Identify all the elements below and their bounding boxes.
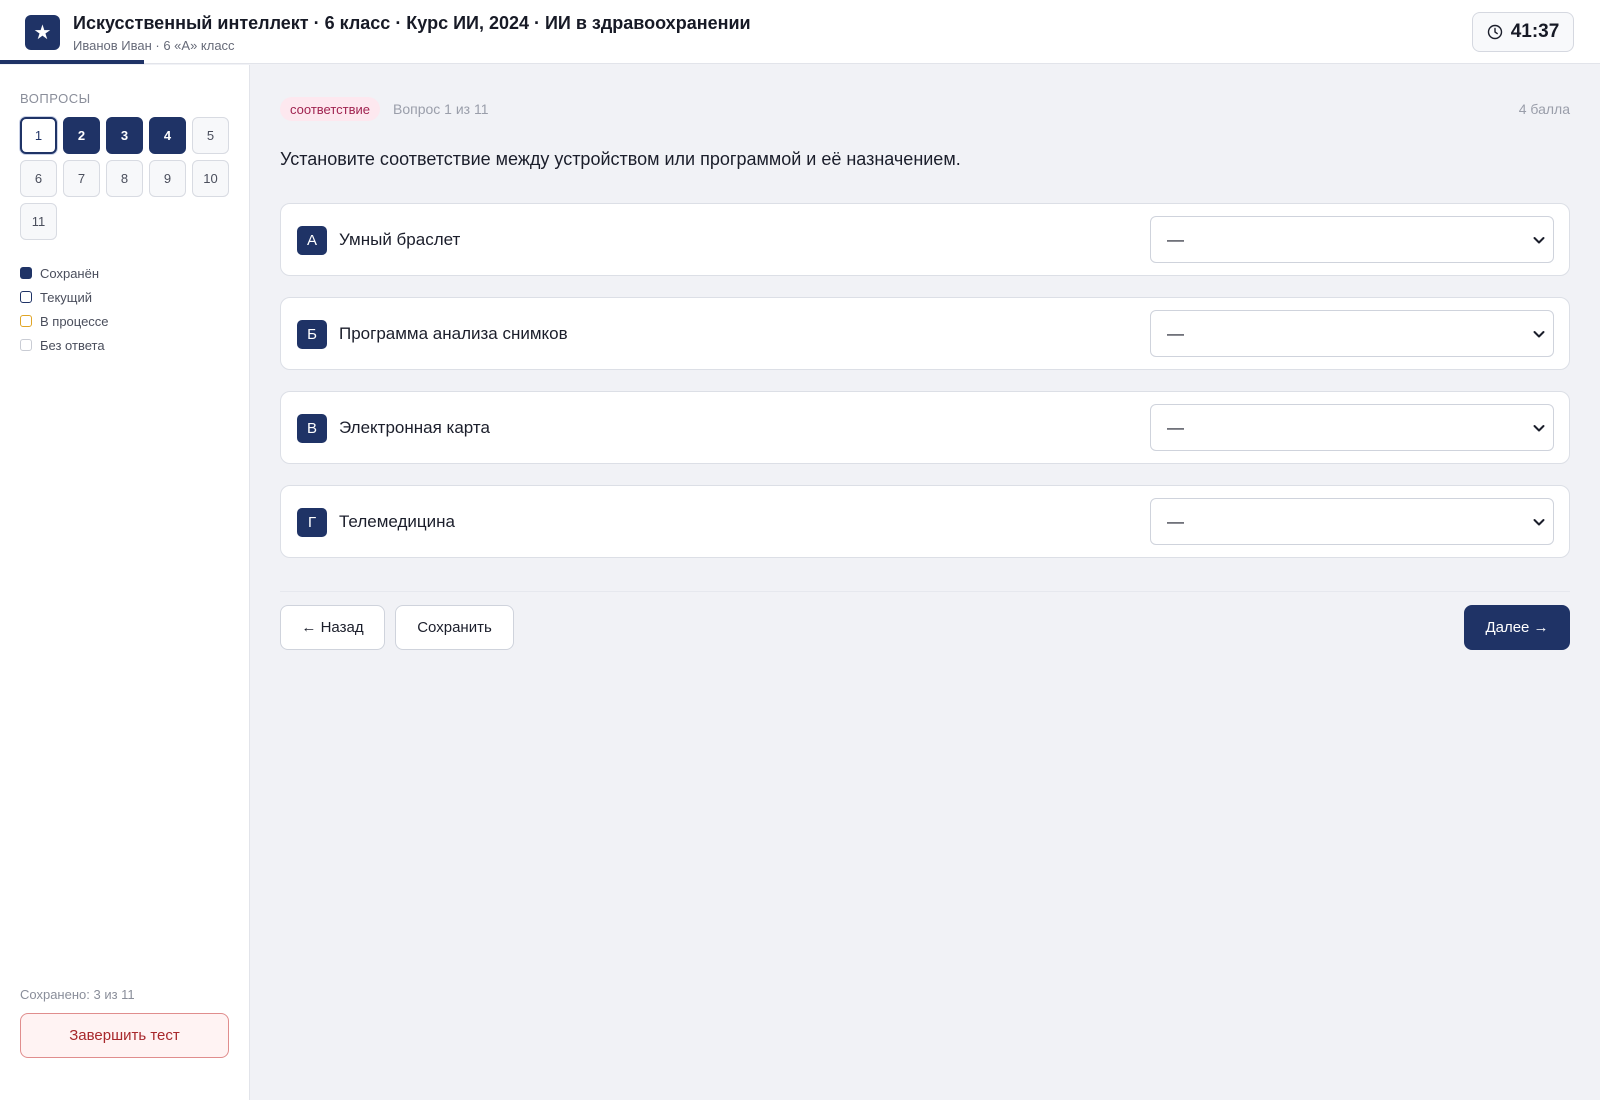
finish-test-button[interactable]: Завершить тест <box>20 1013 229 1058</box>
clock-icon <box>1487 24 1502 40</box>
question-button-7[interactable]: 7 <box>63 160 100 197</box>
select-value: — <box>1167 511 1184 531</box>
match-row-b: Б Программа анализа снимков — <box>280 297 1570 370</box>
timer: 41:37 <box>1472 12 1574 52</box>
question-button-1[interactable]: 1 <box>20 117 57 154</box>
sidebar: Вопросы 1 2 3 4 5 6 7 8 9 10 11 Сохранён… <box>0 65 250 1100</box>
question-button-8[interactable]: 8 <box>106 160 143 197</box>
question-button-6[interactable]: 6 <box>20 160 57 197</box>
match-letter: А <box>297 226 327 255</box>
question-button-10[interactable]: 10 <box>192 160 229 197</box>
empty-swatch-icon <box>20 339 32 351</box>
select-value: — <box>1167 229 1184 249</box>
question-button-3[interactable]: 3 <box>106 117 143 154</box>
match-label: Электронная карта <box>339 418 490 437</box>
back-button[interactable]: ← Назад <box>280 605 385 650</box>
match-select-b[interactable]: — <box>1150 310 1554 357</box>
legend-saved: Сохранён <box>20 261 109 285</box>
saved-swatch-icon <box>20 267 32 279</box>
match-row-c: В Электронная карта — <box>280 391 1570 464</box>
match-letter: Г <box>297 508 327 537</box>
question-text: Установите соответствие между устройство… <box>280 149 961 169</box>
legend-in-progress: В процессе <box>20 309 109 333</box>
match-select-d[interactable]: — <box>1150 498 1554 545</box>
current-swatch-icon <box>20 291 32 303</box>
match-letter: Б <box>297 320 327 349</box>
divider <box>280 591 1570 592</box>
question-button-11[interactable]: 11 <box>20 203 57 240</box>
legend-current: Текущий <box>20 285 109 309</box>
progress-bar <box>0 60 144 64</box>
question-button-2[interactable]: 2 <box>63 117 100 154</box>
question-type-badge: соответствие <box>280 97 380 121</box>
sidebar-heading: Вопросы <box>20 91 91 106</box>
save-button[interactable]: Сохранить <box>395 605 514 650</box>
question-points: 4 балла <box>1518 101 1570 117</box>
status-legend: Сохранён Текущий В процессе Без ответа <box>20 261 109 357</box>
match-select-a[interactable]: — <box>1150 216 1554 263</box>
select-value: — <box>1167 323 1184 343</box>
legend-current-label: Текущий <box>40 289 92 305</box>
chevron-down-icon <box>1533 519 1545 526</box>
page-title: Искусственный интеллект · 6 класс · Курс… <box>73 13 751 33</box>
match-label: Телемедицина <box>339 512 455 531</box>
legend-empty-label: Без ответа <box>40 337 105 353</box>
match-label: Умный браслет <box>339 230 461 249</box>
match-row-d: Г Телемедицина — <box>280 485 1570 558</box>
legend-empty: Без ответа <box>20 333 109 357</box>
match-label: Программа анализа снимков <box>339 324 568 343</box>
question-button-9[interactable]: 9 <box>149 160 186 197</box>
legend-saved-label: Сохранён <box>40 265 100 281</box>
match-select-c[interactable]: — <box>1150 404 1554 451</box>
legend-in-progress-label: В процессе <box>40 313 109 329</box>
student-info: Иванов Иван · 6 «А» класс <box>73 38 235 53</box>
app-header: ★ Искусственный интеллект · 6 класс · Ку… <box>0 0 1600 64</box>
matching-pairs: А Умный браслет — Б Программа анализа сн… <box>280 203 1570 579</box>
in-progress-swatch-icon <box>20 315 32 327</box>
timer-value: 41:37 <box>1510 21 1560 42</box>
question-button-5[interactable]: 5 <box>192 117 229 154</box>
question-button-4[interactable]: 4 <box>149 117 186 154</box>
match-row-a: А Умный браслет — <box>280 203 1570 276</box>
chevron-down-icon <box>1533 331 1545 338</box>
match-letter: В <box>297 414 327 443</box>
chevron-down-icon <box>1533 425 1545 432</box>
saved-count: Сохранено: 3 из 11 <box>20 987 135 1002</box>
question-grid: 1 2 3 4 5 6 7 8 9 10 11 <box>20 117 235 240</box>
star-logo-icon: ★ <box>25 15 60 50</box>
next-button[interactable]: Далее → <box>1464 605 1570 650</box>
select-value: — <box>1167 417 1184 437</box>
chevron-down-icon <box>1533 237 1545 244</box>
question-counter: Вопрос 1 из 11 <box>393 101 489 117</box>
